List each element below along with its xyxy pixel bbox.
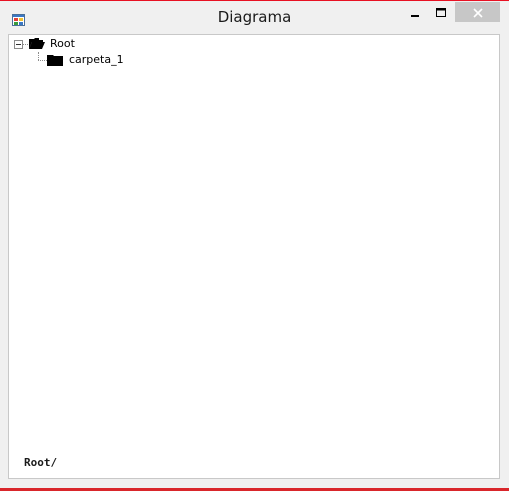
maximize-icon bbox=[436, 3, 446, 22]
minimize-icon bbox=[410, 3, 420, 22]
close-icon bbox=[472, 3, 483, 22]
window: Diagrama Root carpeta_1 Root/ bbox=[0, 0, 509, 491]
maximize-button[interactable] bbox=[428, 2, 454, 22]
title-bar[interactable]: Diagrama bbox=[0, 1, 509, 33]
tree-node-label: carpeta_1 bbox=[69, 53, 124, 66]
window-title: Diagrama bbox=[217, 8, 292, 26]
folder-open-icon bbox=[28, 37, 46, 53]
current-path-label: Root/ bbox=[24, 456, 58, 469]
minimize-button[interactable] bbox=[402, 2, 428, 22]
tree-node-root[interactable]: Root bbox=[9, 36, 129, 52]
collapse-toggle-icon[interactable] bbox=[14, 40, 23, 49]
folder-tree-panel: Root carpeta_1 Root/ bbox=[8, 34, 500, 479]
close-button[interactable] bbox=[455, 2, 500, 22]
tree-node-carpeta[interactable]: carpeta_1 bbox=[9, 52, 149, 68]
tree-node-label: Root bbox=[50, 37, 75, 50]
folder-closed-icon bbox=[47, 54, 64, 70]
app-icon[interactable] bbox=[12, 11, 25, 26]
